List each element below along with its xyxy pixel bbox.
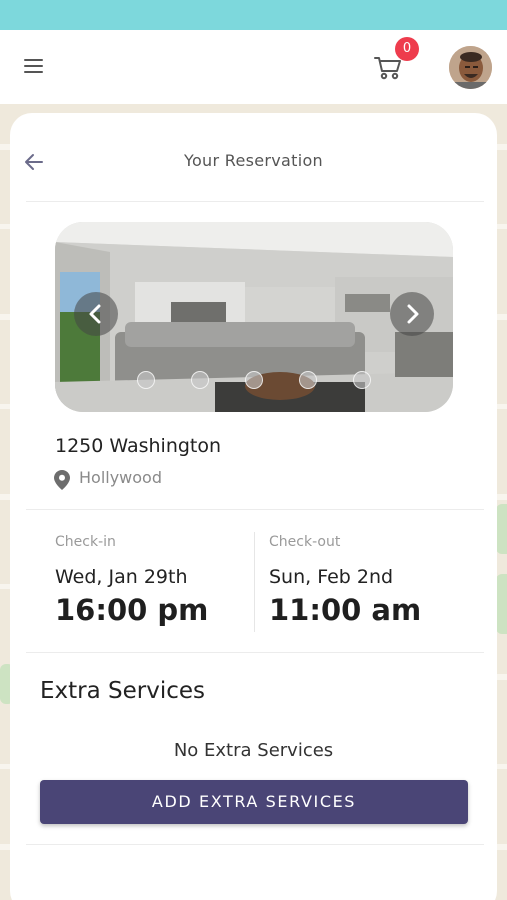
- carousel-prev-button[interactable]: [74, 292, 118, 336]
- check-in-time: 16:00 pm: [55, 593, 209, 627]
- carousel-dot[interactable]: [245, 371, 263, 389]
- status-bar: [0, 0, 507, 30]
- map-pin-icon: [54, 470, 70, 490]
- property-name: 1250 Washington: [55, 435, 222, 457]
- dates-divider: [26, 652, 484, 653]
- app-header: 0: [0, 30, 507, 104]
- page-title: Your Reservation: [184, 151, 323, 170]
- header-divider: [26, 201, 484, 202]
- check-in-label: Check-in: [55, 534, 116, 550]
- carousel-dot[interactable]: [137, 371, 155, 389]
- no-extra-services-text: No Extra Services: [173, 740, 334, 761]
- hamburger-menu-icon[interactable]: [20, 54, 50, 80]
- extra-services-title: Extra Services: [40, 678, 206, 704]
- add-extra-services-button[interactable]: ADD EXTRA SERVICES: [40, 780, 468, 824]
- chevron-right-icon: [407, 304, 419, 324]
- carousel-dot[interactable]: [191, 371, 209, 389]
- footer-divider: [26, 844, 484, 845]
- check-out-time: 11:00 am: [269, 593, 422, 627]
- property-location: Hollywood: [79, 468, 162, 487]
- checkin-checkout-divider: [254, 532, 255, 632]
- check-out-label: Check-out: [269, 534, 341, 550]
- check-in-date: Wed, Jan 29th: [55, 566, 188, 588]
- check-out-date: Sun, Feb 2nd: [269, 566, 394, 588]
- user-avatar[interactable]: [449, 46, 492, 89]
- carousel-dot[interactable]: [353, 371, 371, 389]
- cart-count-badge: 0: [395, 37, 419, 61]
- info-divider: [26, 509, 484, 510]
- carousel-dot[interactable]: [299, 371, 317, 389]
- chevron-left-icon: [89, 304, 101, 324]
- carousel-next-button[interactable]: [390, 292, 434, 336]
